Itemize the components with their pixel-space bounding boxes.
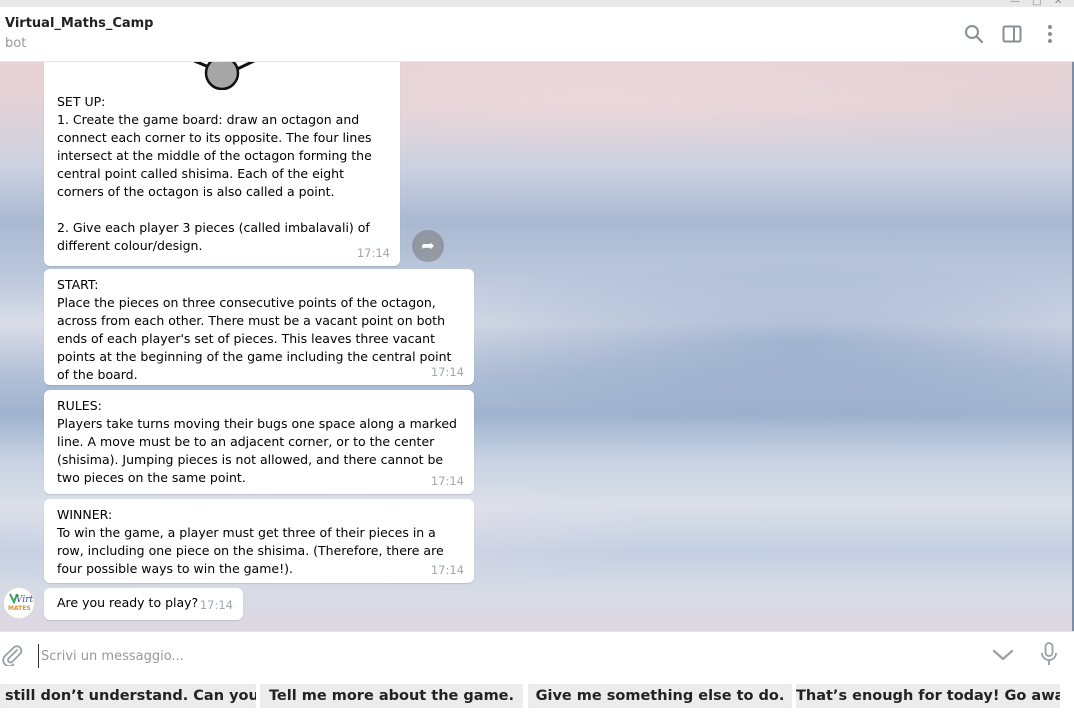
- chat-subtitle: bot: [5, 36, 27, 51]
- message-text: RULES: Players take turns moving their b…: [57, 398, 457, 485]
- message-bubble: RULES: Players take turns moving their b…: [44, 390, 474, 494]
- chevron-down-icon[interactable]: [990, 644, 1016, 666]
- microphone-icon[interactable]: [1038, 641, 1060, 667]
- message-composer: [0, 631, 1074, 678]
- keyboard-button[interactable]: That’s enough for today! Go away!: [796, 684, 1060, 708]
- message-bubble: Are you ready to play? 17:14: [44, 588, 243, 620]
- paperclip-icon[interactable]: [1, 644, 23, 668]
- message-text: START: Place the pieces on three consecu…: [57, 277, 452, 382]
- chat-title[interactable]: Virtual_Maths_Camp: [5, 16, 153, 31]
- message-bubble: WINNER: To win the game, a player must g…: [44, 499, 474, 583]
- forward-icon[interactable]: ➦: [412, 230, 444, 262]
- bot-avatar[interactable]: Virt MATES: [3, 587, 35, 619]
- chat-history[interactable]: SET UP: 1. Create the game board: draw a…: [0, 62, 1074, 631]
- message-time: 17:14: [356, 246, 390, 260]
- message-bubble: SET UP: 1. Create the game board: draw a…: [44, 62, 400, 266]
- message-text: SET UP: 1. Create the game board: draw a…: [57, 94, 372, 253]
- close-icon[interactable]: ✕: [1054, 0, 1062, 7]
- message-time: 17:14: [430, 474, 464, 488]
- minimize-icon[interactable]: —: [1010, 0, 1020, 7]
- message-text: Are you ready to play?: [57, 595, 199, 610]
- message-time: 17:14: [199, 598, 233, 612]
- maximize-icon[interactable]: □: [1032, 0, 1041, 7]
- message-input[interactable]: [38, 644, 943, 668]
- bot-reply-keyboard: still don’t understand. Can you g... Tel…: [0, 677, 1074, 712]
- avatar-logo-subtext: MATES: [8, 605, 31, 612]
- message-time: 17:14: [430, 563, 464, 577]
- chat-header: Virtual_Maths_Camp bot: [0, 7, 1074, 62]
- keyboard-button[interactable]: Tell me more about the game.: [260, 684, 523, 708]
- more-vertical-icon[interactable]: [1039, 23, 1061, 45]
- window-title-strip: — □ ✕: [0, 0, 1074, 7]
- avatar-logo-text: Virt: [16, 595, 34, 605]
- message-bubble: START: Place the pieces on three consecu…: [44, 269, 474, 385]
- octagon-board-image: [192, 62, 256, 90]
- keyboard-button[interactable]: Give me something else to do.: [528, 684, 792, 708]
- keyboard-button[interactable]: still don’t understand. Can you g...: [0, 684, 256, 708]
- search-icon[interactable]: [963, 23, 985, 45]
- message-text: WINNER: To win the game, a player must g…: [57, 507, 444, 576]
- sidebar-toggle-icon[interactable]: [1001, 23, 1023, 45]
- message-time: 17:14: [430, 365, 464, 379]
